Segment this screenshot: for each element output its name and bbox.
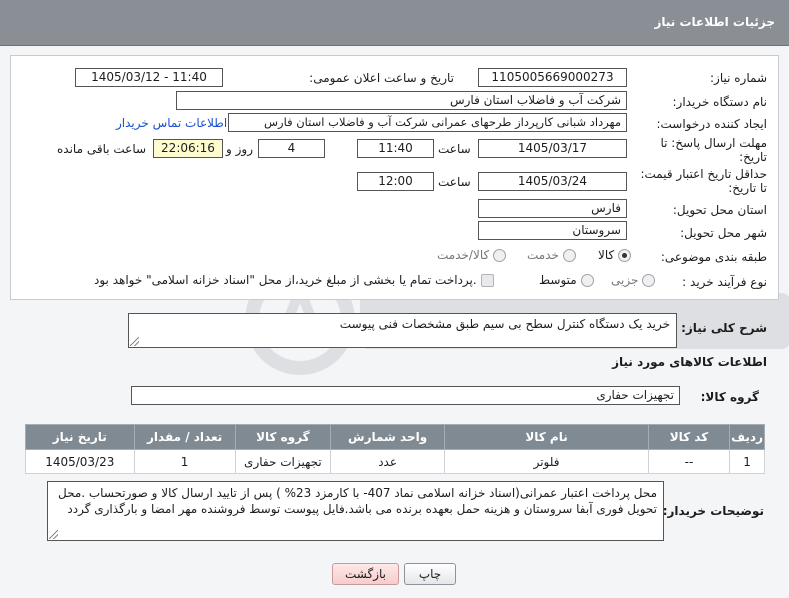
process-option-medium[interactable]: متوسط xyxy=(539,273,594,287)
payment-checkbox[interactable] xyxy=(480,274,494,287)
col-header-quantity: تعداد / مقدار xyxy=(133,424,236,450)
cell-item-name: فلوتر xyxy=(444,449,649,474)
validity-time-field: 12:00 xyxy=(357,172,434,191)
buyer-org-label: نام دستگاه خریدار: xyxy=(672,95,768,109)
summary-text: خرید یک دستگاه کنترل سطح بی سیم طبق مشخص… xyxy=(339,317,670,331)
resize-grip-icon[interactable] xyxy=(130,337,139,346)
city-field: سروستان xyxy=(478,221,627,240)
validity-time-label: ساعت xyxy=(438,175,471,189)
need-number-field: 1105005669000273 xyxy=(478,68,627,87)
category-option-goods-label: کالا xyxy=(598,248,615,262)
province-label: استان محل تحویل: xyxy=(672,203,767,217)
category-radio-goods[interactable] xyxy=(618,249,632,262)
cell-row-number: 1 xyxy=(729,449,765,474)
cell-item-code: -- xyxy=(647,449,731,474)
buyer-notes-textarea[interactable]: محل پرداخت اعتبار عمرانی(اسناد خزانه اسل… xyxy=(47,481,664,541)
page-title: جزئیات اطلاعات نیاز xyxy=(654,15,775,29)
items-table: ردیف کد کالا نام کالا واحد شمارش گروه کا… xyxy=(25,424,765,474)
print-button[interactable]: چاپ xyxy=(404,563,456,585)
process-option-minor[interactable]: جزیی xyxy=(611,273,656,287)
col-header-row-number: ردیف xyxy=(729,424,765,450)
process-type-label: نوع فرآیند خرید : xyxy=(682,275,767,289)
cell-item-group: تجهیزات حفاری xyxy=(234,449,332,474)
payment-note-text: پرداخت تمام یا بخشی از مبلغ خرید،از محل … xyxy=(94,273,477,287)
province-field: فارس xyxy=(478,199,627,218)
price-validity-label-date: تا تاریخ: xyxy=(728,181,767,195)
city-label: شهر محل تحویل: xyxy=(680,226,767,240)
remaining-time-field: 22:06:16 xyxy=(153,139,223,158)
category-option-both-label: کالا/خدمت xyxy=(437,248,490,262)
summary-label: شرح کلی نیاز: xyxy=(681,321,767,335)
price-validity-label: حداقل تاریخ اعتبار قیمت: xyxy=(640,167,767,181)
cell-need-date: 1405/03/23 xyxy=(25,449,135,474)
category-option-service-label: خدمت xyxy=(527,248,559,262)
category-radio-service[interactable] xyxy=(562,249,576,262)
payment-note: پرداخت تمام یا بخشی از مبلغ خرید،از محل … xyxy=(94,273,494,287)
announce-datetime-label: تاریخ و ساعت اعلان عمومی: xyxy=(309,71,454,85)
reply-deadline-label-date: تاریخ: xyxy=(739,150,767,164)
reply-time-field: 11:40 xyxy=(357,139,434,158)
col-header-unit: واحد شمارش xyxy=(330,424,446,450)
cell-unit: عدد xyxy=(330,449,446,474)
resize-grip-icon[interactable] xyxy=(49,530,58,539)
goods-section-title: اطلاعات کالاهای مورد نیاز xyxy=(612,355,767,369)
reply-time-label: ساعت xyxy=(438,142,471,156)
summary-textarea[interactable]: خرید یک دستگاه کنترل سطح بی سیم طبق مشخص… xyxy=(128,313,677,348)
col-header-item-group: گروه کالا xyxy=(234,424,332,450)
category-option-both[interactable]: کالا/خدمت xyxy=(437,248,507,262)
goods-group-label: گروه کالا: xyxy=(700,390,759,404)
col-header-item-name: نام کالا xyxy=(444,424,649,450)
page-header: جزئیات اطلاعات نیاز xyxy=(0,0,789,46)
buyer-notes-label: توضیحات خریدار: xyxy=(662,504,764,518)
table-row: 1 -- فلوتر عدد تجهیزات حفاری 1 1405/03/2… xyxy=(25,449,765,474)
process-radio-minor[interactable] xyxy=(642,274,656,287)
back-button[interactable]: بازگشت xyxy=(332,563,399,585)
buyer-contact-link[interactable]: اطلاعات تماس خریدار xyxy=(116,116,227,130)
table-header-row: ردیف کد کالا نام کالا واحد شمارش گروه کا… xyxy=(25,424,765,450)
buyer-notes-text: محل پرداخت اعتبار عمرانی(اسناد خزانه اسل… xyxy=(57,486,657,516)
days-label: روز و xyxy=(226,142,253,156)
category-option-goods[interactable]: کالا xyxy=(598,248,632,262)
buyer-org-field: شرکت آب و فاضلاب استان فارس xyxy=(176,91,627,110)
cell-quantity: 1 xyxy=(133,449,236,474)
requester-field: مهرداد شبانی کارپرداز طرحهای عمرانی شرکت… xyxy=(228,113,627,132)
reply-date-field: 1405/03/17 xyxy=(478,139,627,158)
process-radio-medium[interactable] xyxy=(580,274,594,287)
announce-datetime-field: 1405/03/12 - 11:40 xyxy=(75,68,223,87)
process-option-minor-label: جزیی xyxy=(611,273,639,287)
need-number-label: شماره نیاز: xyxy=(710,71,767,85)
requester-label: ایجاد کننده درخواست: xyxy=(656,117,767,131)
category-option-service[interactable]: خدمت xyxy=(527,248,576,262)
col-header-item-code: کد کالا xyxy=(647,424,731,450)
category-radio-both[interactable] xyxy=(493,249,507,262)
remaining-time-label: ساعت باقی مانده xyxy=(57,142,147,156)
col-header-need-date: تاریخ نیاز xyxy=(25,424,135,450)
validity-date-field: 1405/03/24 xyxy=(478,172,627,191)
reply-deadline-label: مهلت ارسال پاسخ: تا xyxy=(660,136,767,150)
goods-group-field: تجهیزات حفاری xyxy=(131,386,680,405)
category-label: طبقه بندی موضوعی: xyxy=(660,250,767,264)
days-remaining-field: 4 xyxy=(258,139,325,158)
process-option-medium-label: متوسط xyxy=(539,273,577,287)
